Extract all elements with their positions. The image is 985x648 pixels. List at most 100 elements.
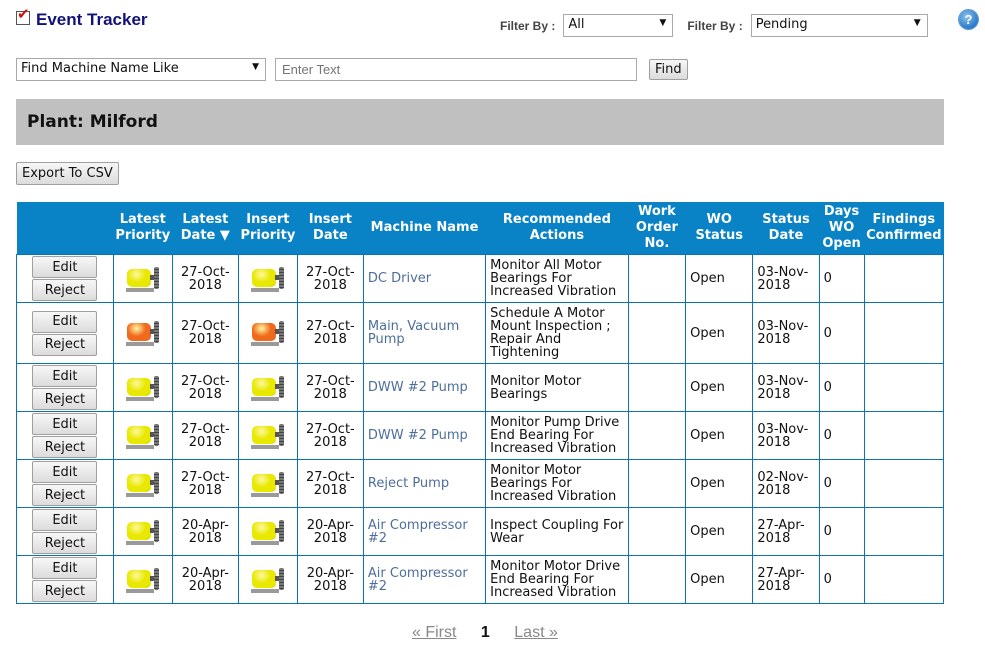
motor-priority-orange-icon	[250, 318, 286, 348]
table-row: Edit Reject 20-Apr-2018 20-Apr-2018 Air …	[16, 555, 945, 604]
checkbox-logo-icon	[16, 5, 30, 25]
machine-name-cell: Reject Pump	[362, 459, 487, 508]
edit-button[interactable]: Edit	[32, 509, 98, 531]
findings-confirmed-cell	[863, 363, 945, 412]
recommended-action-cell: Inspect Coupling For Wear	[485, 507, 629, 556]
findings-confirmed-cell	[863, 254, 945, 303]
find-button[interactable]: Find	[649, 59, 688, 80]
motor-priority-orange-icon	[125, 318, 161, 348]
table-header-row: Latest Priority Latest Date ▼ Insert Pri…	[16, 202, 944, 255]
search-input[interactable]	[275, 58, 637, 81]
pager-first-link[interactable]: « First	[412, 624, 456, 641]
reject-button[interactable]: Reject	[32, 279, 98, 301]
col-latest-priority[interactable]: Latest Priority	[113, 202, 173, 255]
filter-select-2[interactable]: Pending ▼	[750, 14, 928, 37]
row-actions-cell: Edit Reject	[16, 411, 114, 460]
export-csv-button[interactable]: Export To CSV	[16, 162, 119, 185]
reject-button[interactable]: Reject	[32, 388, 98, 410]
insert-date-cell: 27-Oct-2018	[296, 459, 364, 508]
status-date-cell: 27-Apr-2018	[752, 555, 820, 604]
table-row: Edit Reject 27-Oct-2018 27-Oct-2018 DWW …	[16, 411, 945, 460]
reject-button[interactable]: Reject	[32, 436, 98, 458]
findings-confirmed-cell	[863, 302, 945, 364]
recommended-action-cell: Monitor Motor Bearings	[485, 363, 629, 412]
wo-status-cell: Open	[685, 459, 754, 508]
days-wo-open-cell: 0	[818, 459, 865, 508]
motor-priority-yellow-icon	[250, 469, 286, 499]
latest-priority-cell	[112, 459, 173, 508]
help-icon[interactable]: ?	[959, 10, 978, 29]
pager-last-link[interactable]: Last »	[514, 624, 558, 641]
edit-button[interactable]: Edit	[32, 557, 98, 579]
insert-date-cell: 27-Oct-2018	[296, 363, 364, 412]
work-order-no-cell	[627, 363, 687, 412]
machine-name-link[interactable]: Air Compressor #2	[368, 518, 468, 546]
col-recommended-actions[interactable]: Recommended Actions	[485, 202, 629, 255]
reject-button[interactable]: Reject	[32, 580, 98, 602]
findings-confirmed-cell	[863, 555, 945, 604]
col-findings-confirmed[interactable]: Findings Confirmed	[864, 202, 944, 255]
col-insert-date[interactable]: Insert Date	[297, 202, 364, 255]
col-days-wo-open[interactable]: Days WO Open	[819, 202, 865, 255]
filter-select-1[interactable]: All ▼	[563, 14, 674, 37]
reject-button[interactable]: Reject	[32, 333, 98, 356]
pagination: « First 1 Last »	[412, 624, 558, 642]
col-latest-date[interactable]: Latest Date ▼	[172, 202, 239, 255]
machine-name-cell: Main, Vacuum Pump	[362, 302, 487, 364]
machine-name-link[interactable]: DWW #2 Pump	[368, 380, 468, 395]
reject-button[interactable]: Reject	[32, 532, 98, 554]
filter-label-1: Filter By :	[500, 18, 556, 33]
latest-date-cell: 20-Apr-2018	[171, 507, 239, 556]
col-machine-name[interactable]: Machine Name	[363, 202, 486, 255]
edit-button[interactable]: Edit	[32, 365, 98, 387]
latest-priority-cell	[112, 555, 173, 604]
edit-button[interactable]: Edit	[32, 461, 98, 483]
machine-name-cell: DWW #2 Pump	[362, 363, 487, 412]
insert-priority-cell	[237, 363, 298, 412]
filter-select-1-value: All	[568, 17, 585, 32]
col-insert-priority[interactable]: Insert Priority	[238, 202, 298, 255]
latest-priority-cell	[112, 302, 173, 364]
days-wo-open-cell: 0	[818, 555, 865, 604]
events-table: Latest Priority Latest Date ▼ Insert Pri…	[16, 202, 945, 604]
motor-priority-yellow-icon	[250, 373, 286, 403]
recommended-action-cell: Monitor Pump Drive End Bearing For Incre…	[485, 411, 629, 460]
machine-name-link[interactable]: DC Driver	[368, 271, 431, 286]
machine-name-link[interactable]: Reject Pump	[368, 476, 449, 491]
dropdown-arrow-icon: ▼	[252, 62, 259, 72]
col-status-date[interactable]: Status Date	[752, 202, 820, 255]
motor-priority-yellow-icon	[125, 421, 161, 451]
recommended-action-cell: Monitor Motor Bearings For Increased Vib…	[485, 459, 629, 508]
motor-priority-yellow-icon	[250, 264, 286, 294]
status-date-cell: 03-Nov-2018	[752, 363, 820, 412]
plant-label: Plant: Milford	[27, 112, 158, 132]
row-actions-cell: Edit Reject	[16, 302, 114, 364]
insert-priority-cell	[237, 254, 298, 303]
col-work-order-no[interactable]: Work Order No.	[628, 202, 686, 255]
table-row: Edit Reject 27-Oct-2018 27-Oct-2018 DWW …	[16, 363, 945, 412]
latest-priority-cell	[112, 254, 173, 303]
machine-name-link[interactable]: DWW #2 Pump	[368, 428, 468, 443]
motor-priority-yellow-icon	[125, 469, 161, 499]
search-field-select[interactable]: Find Machine Name Like ▼	[16, 58, 266, 81]
insert-priority-cell	[237, 459, 298, 508]
work-order-no-cell	[627, 459, 687, 508]
reject-button[interactable]: Reject	[32, 484, 98, 506]
edit-button[interactable]: Edit	[32, 413, 98, 435]
machine-name-cell: DWW #2 Pump	[362, 411, 487, 460]
days-wo-open-cell: 0	[818, 411, 865, 460]
machine-name-link[interactable]: Air Compressor #2	[368, 566, 468, 594]
page-header: Event Tracker	[16, 5, 148, 30]
edit-button[interactable]: Edit	[32, 256, 98, 278]
filter-bar: Filter By : All ▼ Filter By : Pending ▼	[500, 14, 928, 37]
latest-priority-cell	[112, 363, 173, 412]
latest-date-cell: 27-Oct-2018	[171, 411, 239, 460]
status-date-cell: 02-Nov-2018	[752, 459, 820, 508]
latest-date-cell: 27-Oct-2018	[171, 254, 239, 303]
machine-name-link[interactable]: Main, Vacuum Pump	[368, 319, 459, 347]
work-order-no-cell	[627, 411, 687, 460]
edit-button[interactable]: Edit	[32, 310, 98, 333]
wo-status-cell: Open	[685, 363, 754, 412]
col-wo-status[interactable]: WO Status	[685, 202, 753, 255]
wo-status-cell: Open	[685, 555, 754, 604]
